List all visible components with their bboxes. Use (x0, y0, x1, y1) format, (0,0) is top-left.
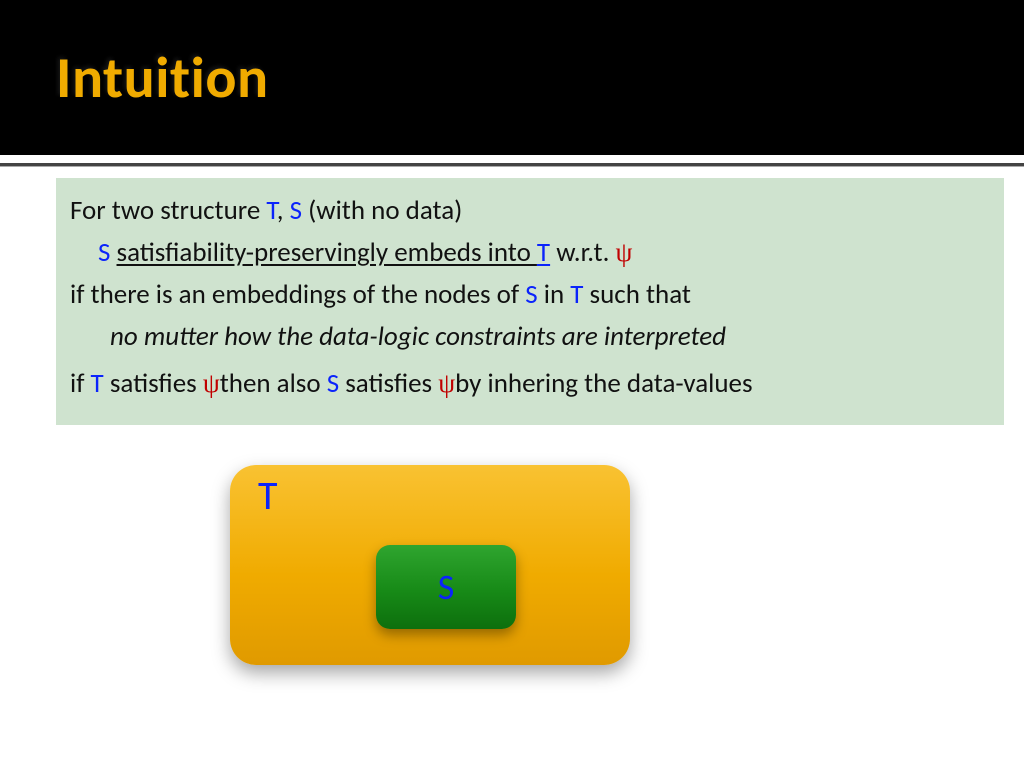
embedding-diagram: T S (230, 465, 630, 665)
symbol-T: T (91, 367, 104, 400)
label-T: T (258, 471, 278, 520)
text: if (70, 367, 91, 400)
symbol-psi: ψ (438, 368, 455, 398)
content-panel: For two structure T, S (with no data) S … (56, 178, 1004, 425)
line-5: if T satisfies ψthen also S satisfies ψb… (70, 363, 990, 405)
line-4-italic: no mutter how the data-logic constraints… (70, 316, 990, 358)
inner-box-S: S (376, 545, 516, 629)
line-2: S satisfiability-preservingly embeds int… (70, 232, 990, 274)
text: then also (220, 367, 327, 400)
symbol-T: T (570, 278, 583, 311)
text: in (538, 278, 571, 311)
title-divider (0, 163, 1024, 166)
text: satisfies (104, 367, 203, 400)
symbol-psi: ψ (203, 368, 220, 398)
slide-title: Intuition (56, 42, 269, 113)
symbol-S: S (525, 278, 537, 311)
title-band: Intuition (0, 0, 1024, 155)
symbol-T: T (537, 236, 550, 269)
line-1: For two structure T, S (with no data) (70, 190, 990, 232)
symbol-S: S (327, 367, 339, 400)
underlined-phrase: satisfiability-preservingly embeds into (117, 236, 537, 269)
text: w.r.t. (550, 236, 615, 269)
label-S: S (438, 565, 455, 609)
text: (with no data) (302, 194, 462, 227)
symbol-S: S (290, 194, 302, 227)
symbol-T: T (266, 194, 276, 227)
text: , (277, 194, 290, 227)
line-3: if there is an embeddings of the nodes o… (70, 274, 990, 316)
text: For two structure (70, 194, 266, 227)
text: if there is an embeddings of the nodes o… (70, 278, 525, 311)
text: by inhering the data-values (455, 367, 752, 400)
symbol-S: S (98, 236, 110, 269)
text: such that (583, 278, 691, 311)
symbol-psi: ψ (615, 237, 632, 267)
text: satisfies (339, 367, 438, 400)
